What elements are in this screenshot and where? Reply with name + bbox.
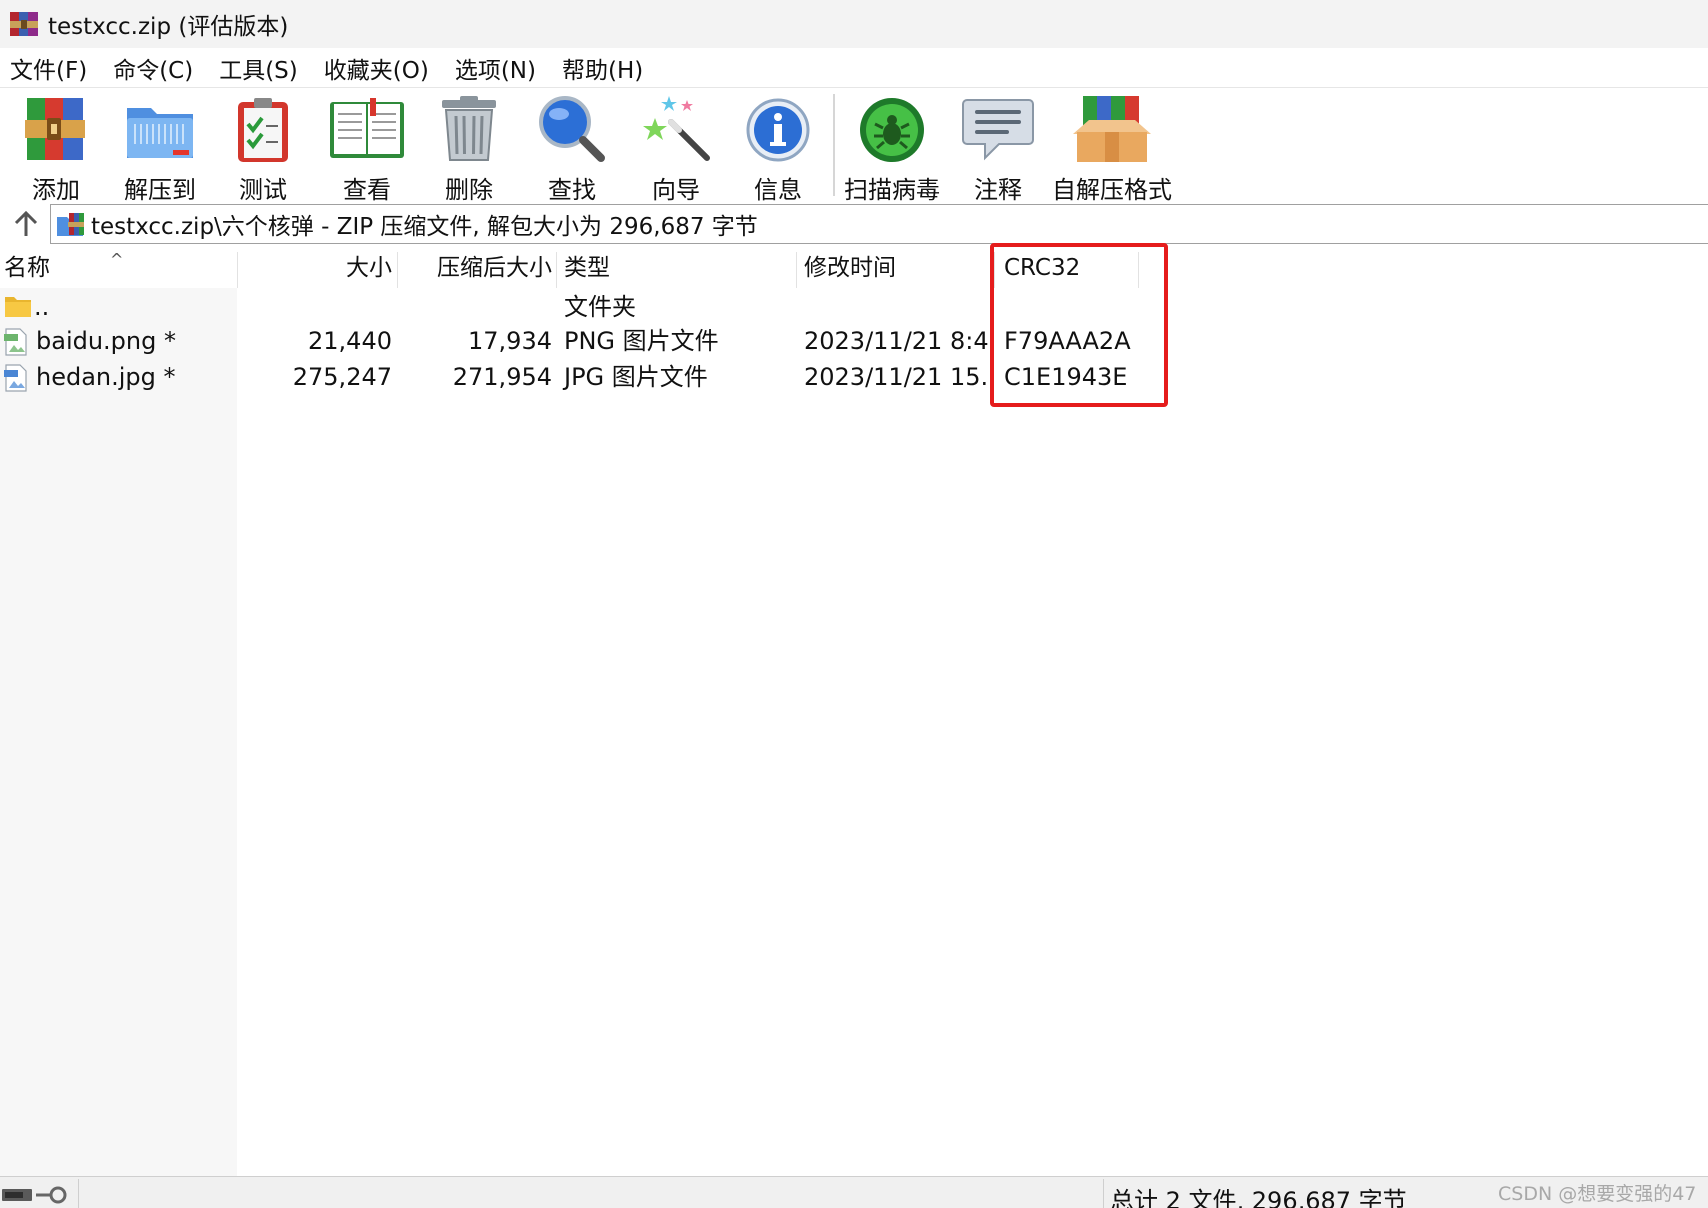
list-header: 名称 ^ 大小 压缩后大小 类型 修改时间 CRC32 <box>0 248 1708 288</box>
toolbar-separator <box>833 94 835 196</box>
toolbar: 添加 解压到 测试 查看 删除 查找 向导 信息 扫描病毒 注释 自解压格式 <box>0 88 1708 204</box>
find-button[interactable]: 查找 <box>533 94 611 204</box>
column-header-size[interactable]: 大小 <box>240 248 392 288</box>
status-bar: 总计 2 文件, 296,687 字节 CSDN @想要变强的47 <box>0 1176 1708 1208</box>
watermark-text: CSDN @想要变强的47 <box>1498 1183 1697 1205</box>
view-label: 查看 <box>343 176 391 204</box>
file-crc32: C1E1943E <box>1004 363 1128 391</box>
sfx-box-icon <box>1069 94 1155 166</box>
comment-icon <box>959 94 1037 166</box>
view-button[interactable]: 查看 <box>324 94 410 204</box>
menu-commands[interactable]: 命令(C) <box>101 51 207 85</box>
virus-scan-icon <box>853 94 931 166</box>
add-label: 添加 <box>32 176 80 204</box>
drive-key-icon <box>2 1185 68 1205</box>
add-button[interactable]: 添加 <box>20 94 92 204</box>
column-divider[interactable] <box>556 252 557 288</box>
comment-button[interactable]: 注释 <box>958 94 1038 204</box>
extract-to-label: 解压到 <box>124 176 196 204</box>
file-list: 名称 ^ 大小 压缩后大小 类型 修改时间 CRC32 .. 文件夹 baidu… <box>0 248 1708 1176</box>
name-column-background <box>0 288 237 1176</box>
sort-ascending-icon: ^ <box>110 250 124 269</box>
column-header-modified[interactable]: 修改时间 <box>804 248 896 288</box>
list-item-hedan-jpg[interactable]: hedan.jpg * 275,247 271,954 JPG 图片文件 202… <box>0 360 1708 394</box>
file-crc32: F79AAA2A <box>1004 327 1131 355</box>
magnifier-icon <box>533 94 611 166</box>
path-field[interactable]: testxcc.zip\六个核弹 - ZIP 压缩文件, 解包大小为 296,6… <box>50 204 1708 244</box>
status-summary: 总计 2 文件, 296,687 字节 <box>1110 1187 1407 1208</box>
menu-file[interactable]: 文件(F) <box>0 51 101 85</box>
list-item-baidu-png[interactable]: baidu.png * 21,440 17,934 PNG 图片文件 2023/… <box>0 324 1708 358</box>
info-button[interactable]: 信息 <box>738 94 818 204</box>
file-packed-size: 17,934 <box>468 327 552 355</box>
winrar-icon <box>8 8 40 40</box>
file-type: 文件夹 <box>564 293 636 321</box>
status-divider <box>78 1179 79 1208</box>
file-name: .. <box>34 293 50 321</box>
add-archive-icon <box>21 94 91 166</box>
folder-icon <box>4 294 32 318</box>
menu-bar: 文件(F) 命令(C) 工具(S) 收藏夹(O) 选项(N) 帮助(H) <box>0 48 1708 88</box>
column-divider[interactable] <box>237 252 238 288</box>
trash-icon <box>436 94 502 166</box>
column-header-packed[interactable]: 压缩后大小 <box>400 248 552 288</box>
column-header-type[interactable]: 类型 <box>564 248 610 288</box>
column-header-name[interactable]: 名称 <box>4 248 50 288</box>
comment-label: 注释 <box>974 176 1022 204</box>
wizard-button[interactable]: 向导 <box>636 94 716 204</box>
file-packed-size: 271,954 <box>452 363 552 391</box>
magic-wand-icon <box>637 94 715 166</box>
path-text: testxcc.zip\六个核弹 - ZIP 压缩文件, 解包大小为 296,6… <box>91 214 758 240</box>
file-modified: 2023/11/21 15... <box>804 363 990 391</box>
archive-icon <box>55 209 85 239</box>
file-name: baidu.png * <box>36 327 176 355</box>
test-clipboard-icon <box>230 94 296 166</box>
menu-tools[interactable]: 工具(S) <box>207 51 312 85</box>
delete-button[interactable]: 删除 <box>432 94 506 204</box>
column-divider[interactable] <box>1138 252 1139 288</box>
info-icon <box>739 94 817 166</box>
status-divider <box>1103 1179 1104 1208</box>
info-label: 信息 <box>754 176 802 204</box>
jpg-file-icon <box>4 364 28 392</box>
column-divider[interactable] <box>796 252 797 288</box>
window-title: testxcc.zip (评估版本) <box>48 14 289 40</box>
title-bar: testxcc.zip (评估版本) <box>0 0 1708 48</box>
list-item-parent-folder[interactable]: .. 文件夹 <box>0 290 1708 324</box>
file-type: PNG 图片文件 <box>564 327 719 355</box>
sfx-button[interactable]: 自解压格式 <box>1052 94 1172 204</box>
scan-virus-button[interactable]: 扫描病毒 <box>842 94 942 204</box>
test-label: 测试 <box>239 176 287 204</box>
test-button[interactable]: 测试 <box>226 94 300 204</box>
file-modified: 2023/11/21 8:48 <box>804 327 990 355</box>
view-book-icon <box>326 94 408 166</box>
png-file-icon <box>4 328 28 356</box>
extract-folder-icon <box>121 94 199 166</box>
menu-options[interactable]: 选项(N) <box>443 51 550 85</box>
menu-favorites[interactable]: 收藏夹(O) <box>312 51 443 85</box>
file-size: 275,247 <box>292 363 392 391</box>
column-divider[interactable] <box>994 252 995 288</box>
menu-help[interactable]: 帮助(H) <box>550 51 657 85</box>
file-type: JPG 图片文件 <box>564 363 708 391</box>
sfx-label: 自解压格式 <box>1052 176 1172 204</box>
column-header-crc32[interactable]: CRC32 <box>1004 248 1080 288</box>
extract-to-button[interactable]: 解压到 <box>120 94 200 204</box>
wizard-label: 向导 <box>652 176 700 204</box>
file-name: hedan.jpg * <box>36 363 176 391</box>
delete-label: 删除 <box>445 176 493 204</box>
up-arrow-icon[interactable] <box>10 208 42 240</box>
address-bar: testxcc.zip\六个核弹 - ZIP 压缩文件, 解包大小为 296,6… <box>0 202 1708 246</box>
column-divider[interactable] <box>397 252 398 288</box>
scan-virus-label: 扫描病毒 <box>844 176 940 204</box>
file-size: 21,440 <box>308 327 392 355</box>
find-label: 查找 <box>548 176 596 204</box>
